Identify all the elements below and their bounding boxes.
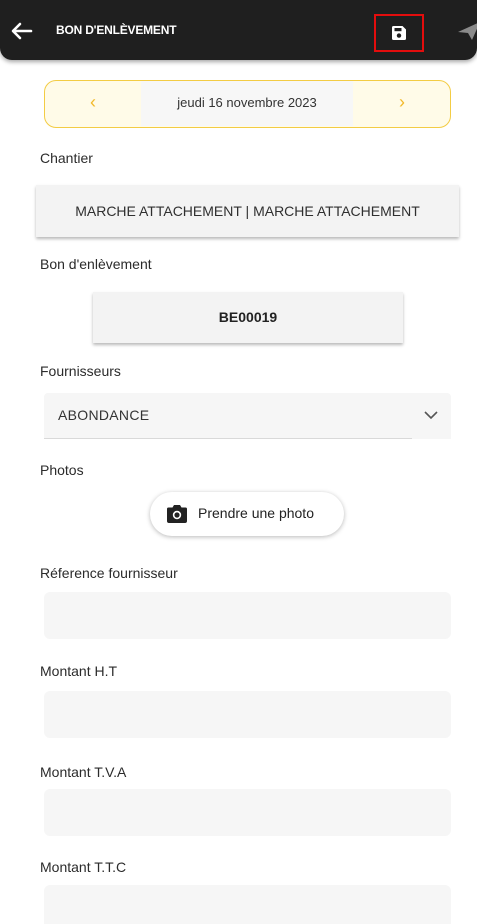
reference-fournisseur-label: Réference fournisseur (40, 565, 178, 581)
select-underline (44, 438, 412, 439)
send-icon (458, 23, 477, 40)
take-photo-label: Prendre une photo (198, 505, 314, 521)
date-navigator: ‹ jeudi 16 novembre 2023 › (44, 80, 451, 128)
montant-ttc-label: Montant T.T.C (40, 859, 127, 875)
app-bar: BON D'ENLÈVEMENT (0, 0, 477, 60)
send-button[interactable] (456, 20, 477, 42)
fournisseurs-label: Fournisseurs (40, 363, 121, 379)
save-button[interactable] (374, 14, 424, 52)
arrow-back-icon (11, 22, 33, 40)
page-title: BON D'ENLÈVEMENT (56, 23, 177, 37)
previous-day-button[interactable]: ‹ (45, 81, 141, 126)
montant-tva-input[interactable] (44, 789, 451, 836)
back-button[interactable] (6, 18, 36, 44)
fournisseur-selected-value: ABONDANCE (58, 407, 150, 423)
photos-label: Photos (40, 462, 84, 478)
fournisseur-select[interactable]: ABONDANCE (44, 393, 451, 439)
current-date[interactable]: jeudi 16 novembre 2023 (141, 81, 353, 126)
reference-fournisseur-input[interactable] (44, 592, 451, 639)
montant-ht-input[interactable] (44, 691, 451, 738)
save-icon (392, 26, 406, 40)
bon-enlevement-label: Bon d'enlèvement (40, 256, 152, 272)
chantier-selector[interactable]: MARCHE ATTACHEMENT | MARCHE ATTACHEMENT (36, 185, 459, 237)
montant-ht-label: Montant H.T (40, 663, 118, 679)
montant-tva-label: Montant T.V.A (40, 764, 127, 780)
next-day-button[interactable]: › (354, 81, 450, 126)
montant-ttc-input[interactable] (44, 885, 451, 924)
chevron-down-icon (424, 411, 438, 420)
bon-enlevement-number: BE00019 (93, 292, 403, 343)
camera-icon (167, 505, 187, 523)
take-photo-button[interactable]: Prendre une photo (150, 492, 344, 536)
chantier-label: Chantier (40, 150, 93, 166)
